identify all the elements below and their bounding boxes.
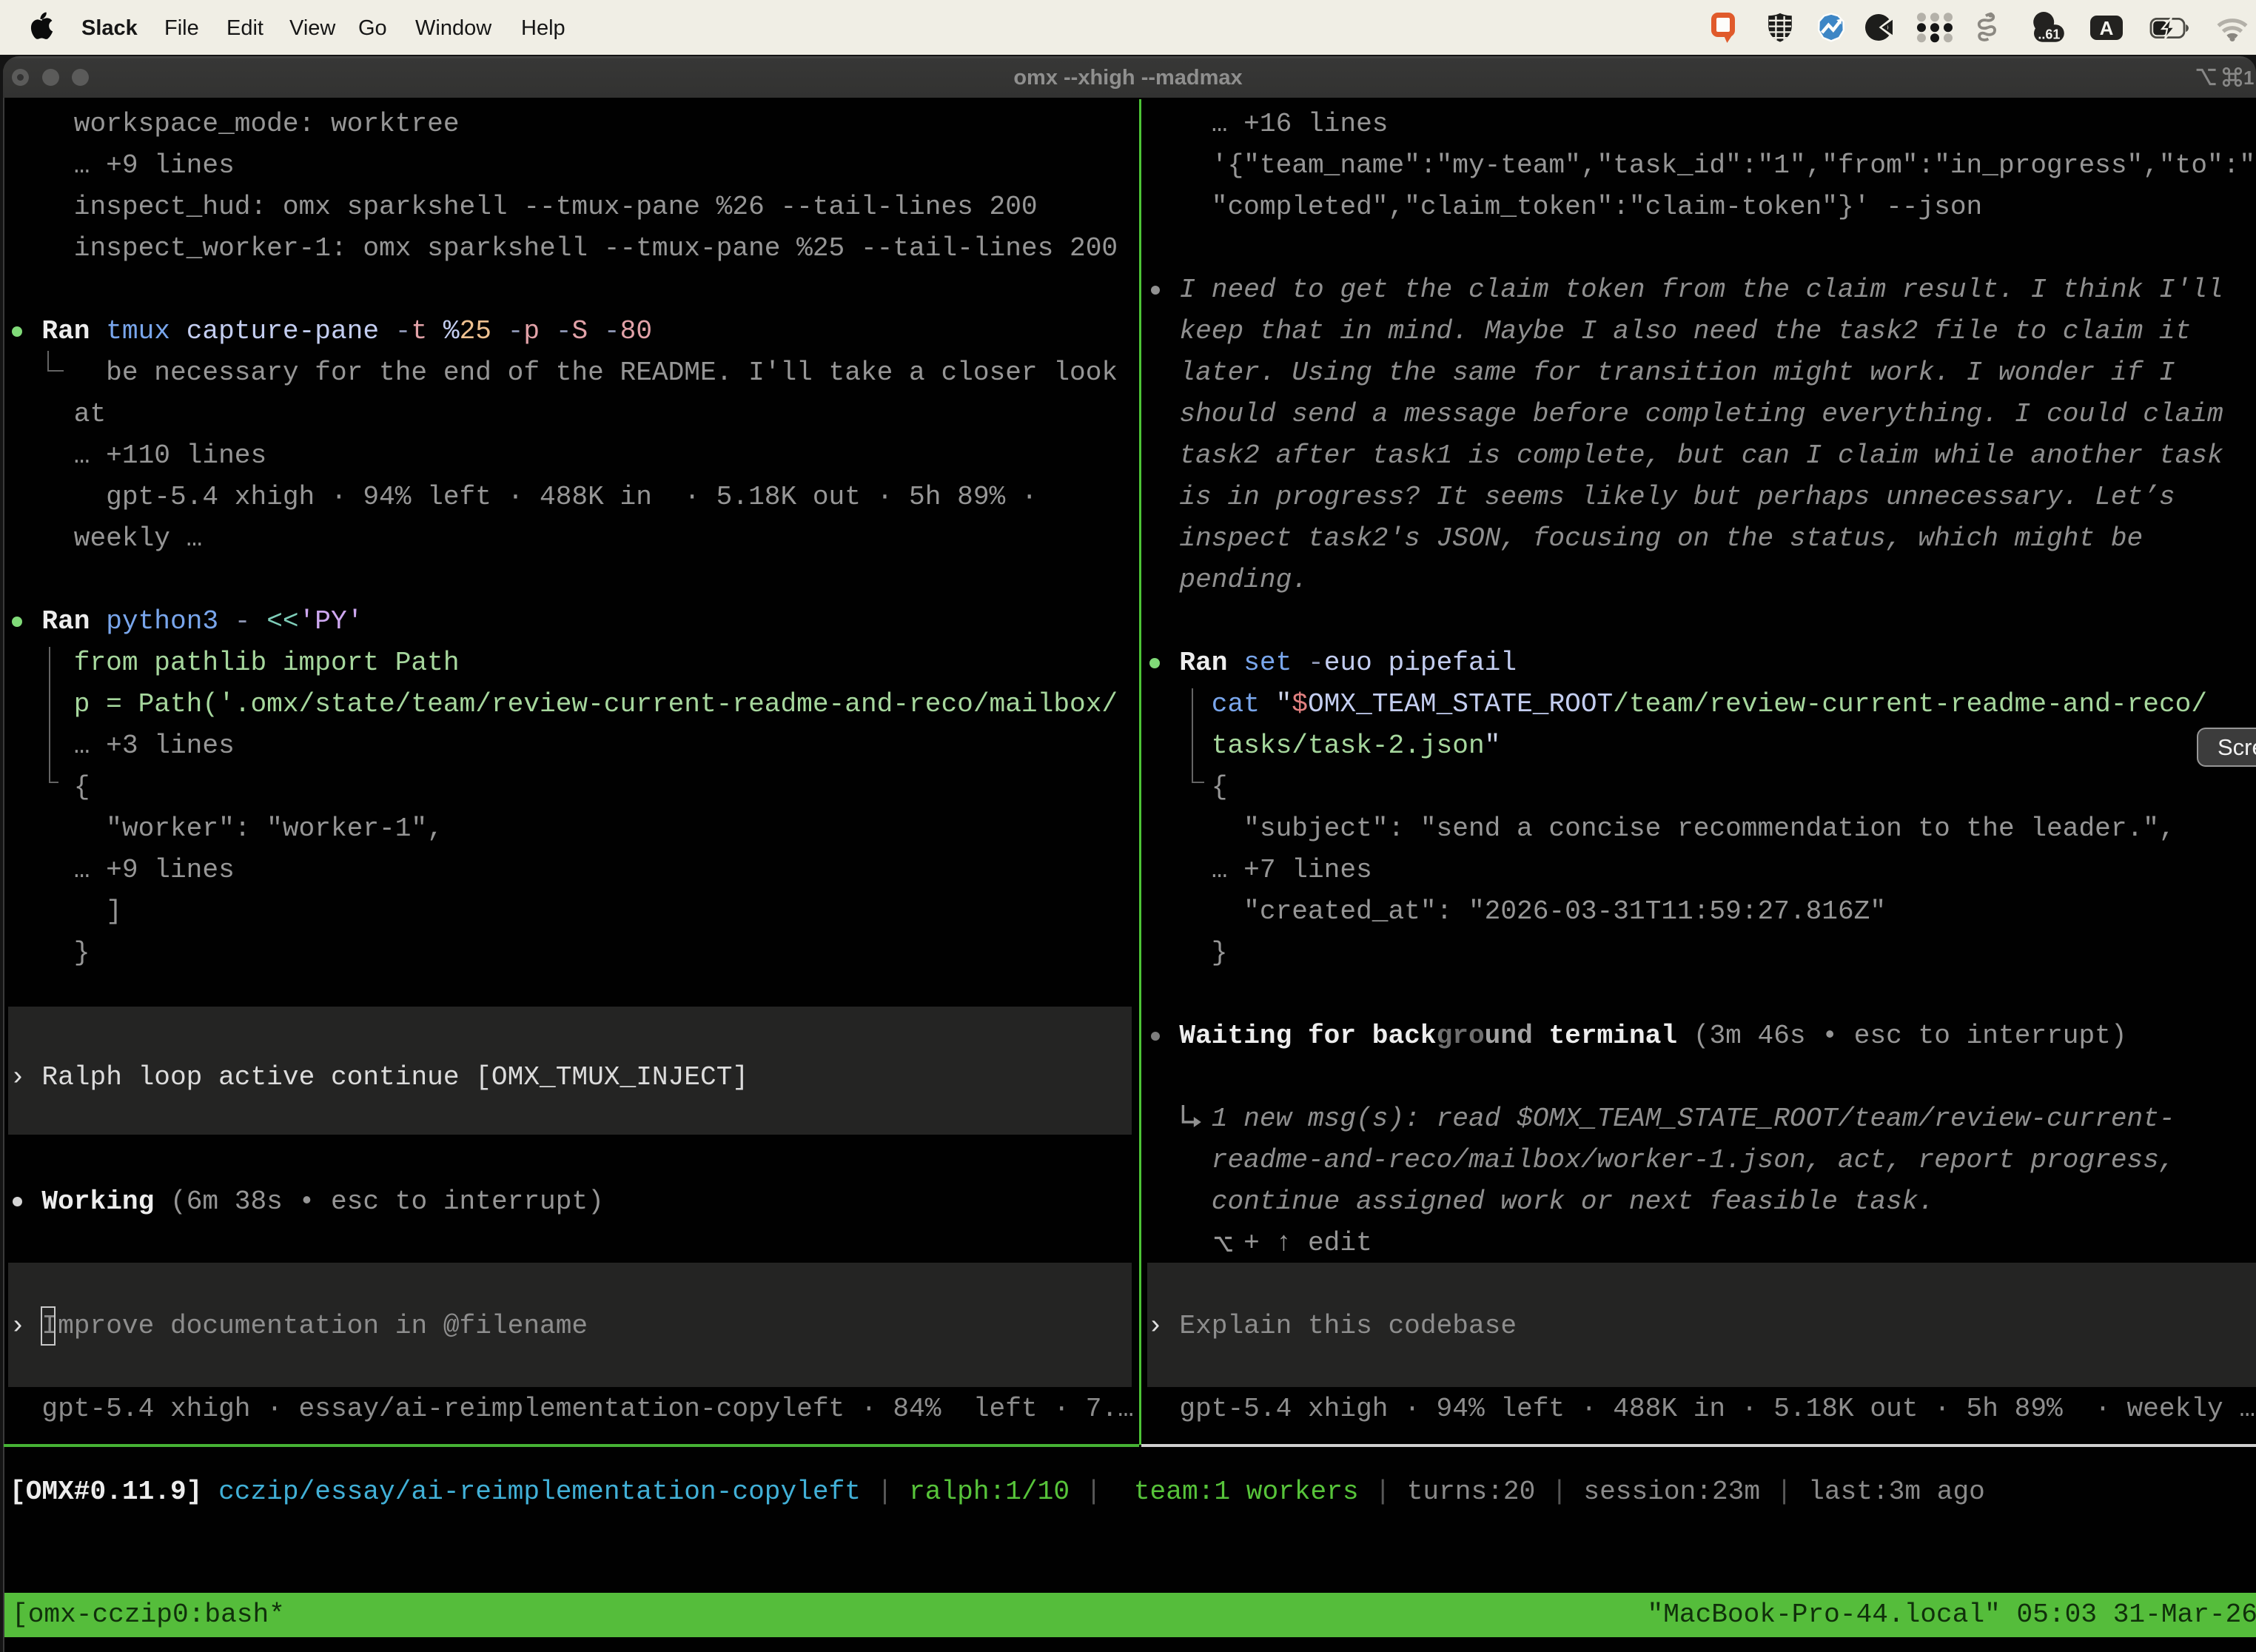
svg-text:1: 1 [2243,67,2254,87]
svg-text:..61: ..61 [2038,27,2060,41]
